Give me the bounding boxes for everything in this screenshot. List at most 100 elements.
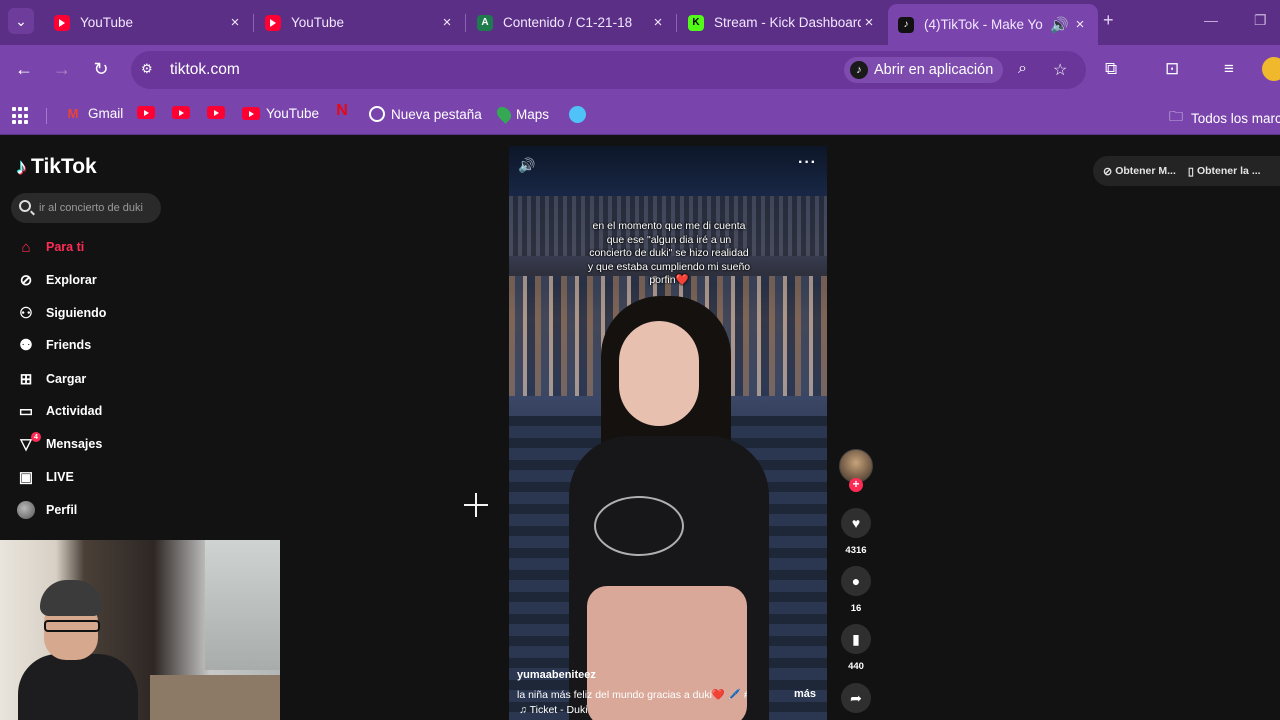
chevron-down-icon: ⌄ bbox=[15, 12, 27, 29]
save-count: 440 bbox=[848, 661, 864, 672]
desktop-icon: ⊘ bbox=[1103, 165, 1113, 178]
video-overlay-caption: en el momento que me di cuenta que ese "… bbox=[587, 220, 751, 286]
share-icon: ➦ bbox=[850, 689, 862, 706]
nav-label: Perfil bbox=[46, 503, 78, 517]
bookmark-youtube-2[interactable] bbox=[172, 106, 196, 119]
logo-text: TikTok bbox=[31, 155, 97, 178]
bookmark-new-tab[interactable]: Nueva pestaña bbox=[369, 106, 482, 122]
video-username[interactable]: yumaabeniteez bbox=[517, 669, 596, 681]
video-player[interactable]: 🔊 ··· en el momento que me di cuenta que… bbox=[509, 146, 827, 720]
close-icon[interactable]: × bbox=[227, 14, 243, 31]
follow-plus-icon[interactable]: + bbox=[849, 478, 863, 492]
bookmark-lens[interactable] bbox=[569, 106, 592, 123]
search-box[interactable] bbox=[11, 193, 161, 223]
tab-title: (4)TikTok - Make Yo bbox=[924, 17, 1043, 32]
bookmark-youtube-named[interactable]: YouTube bbox=[242, 106, 319, 121]
close-icon[interactable]: × bbox=[1072, 16, 1088, 33]
bookmark-label: Gmail bbox=[88, 106, 124, 121]
tab-youtube-1[interactable]: YouTube × bbox=[44, 6, 254, 39]
address-bar[interactable]: ⚙ tiktok.com ♪ Abrir en aplicación ⌕ ☆ bbox=[131, 51, 1086, 89]
extensions-icon[interactable]: ⧉ bbox=[1105, 59, 1117, 79]
tiktok-icon: ♪ bbox=[850, 61, 868, 79]
comment-count: 16 bbox=[850, 603, 862, 614]
tab-search-button[interactable]: ⌄ bbox=[8, 8, 34, 34]
back-icon[interactable]: ← bbox=[12, 59, 36, 80]
nav-mensajes[interactable]: ▽ 4 Mensajes bbox=[16, 432, 102, 455]
screenshot-icon[interactable]: ⊡ bbox=[1165, 59, 1179, 79]
youtube-icon bbox=[242, 107, 260, 120]
bookmark-label: Todos los marc bbox=[1191, 110, 1280, 126]
bookmark-maps[interactable]: Maps bbox=[494, 104, 549, 124]
more-options-icon[interactable]: ··· bbox=[798, 154, 817, 172]
maximize-icon[interactable]: ❐ bbox=[1254, 12, 1267, 29]
nav-actividad[interactable]: ▭ Actividad bbox=[16, 400, 102, 422]
nav-live[interactable]: ▣ LIVE bbox=[16, 466, 74, 488]
url-text[interactable]: tiktok.com bbox=[170, 61, 240, 79]
bookmark-youtube-1[interactable] bbox=[137, 106, 161, 119]
close-icon[interactable]: × bbox=[650, 14, 666, 31]
tiktok-logo[interactable]: ♪ TikTok bbox=[16, 154, 97, 180]
tab-title: Stream - Kick Dashboard bbox=[714, 15, 861, 30]
streamer bbox=[18, 580, 138, 720]
like-button[interactable]: ♥ bbox=[841, 508, 871, 538]
video-music[interactable]: ♫ Ticket - Duki bbox=[519, 704, 588, 716]
tab-title: YouTube bbox=[80, 15, 134, 30]
profile-avatar[interactable] bbox=[1262, 57, 1280, 81]
save-button[interactable]: ▮ bbox=[841, 624, 871, 654]
close-icon[interactable]: × bbox=[439, 14, 455, 31]
nav-explorar[interactable]: ⊘ Explorar bbox=[16, 269, 97, 291]
zoom-icon[interactable]: ⌕ bbox=[1018, 60, 1027, 78]
nav-siguiendo[interactable]: ⚇ Siguiendo bbox=[16, 302, 106, 324]
search-icon bbox=[19, 200, 31, 212]
like-count: 4316 bbox=[845, 545, 867, 556]
browser-toolbar: ← → ↻ ⚙ tiktok.com ♪ Abrir en aplicación… bbox=[0, 45, 1280, 96]
apps-grid-icon[interactable] bbox=[12, 107, 30, 125]
tab-kick-dashboard[interactable]: K Stream - Kick Dashboard × bbox=[678, 6, 887, 39]
nav-cargar[interactable]: ⊞ Cargar bbox=[16, 368, 87, 390]
speaker-icon[interactable]: 🔊 bbox=[1050, 16, 1069, 34]
bookmark-youtube-3[interactable] bbox=[207, 106, 231, 119]
lens-icon bbox=[569, 106, 586, 123]
tab-contenido[interactable]: A Contenido / C1-21-18 × bbox=[467, 6, 677, 39]
tiktok-icon: ♪ bbox=[898, 16, 914, 33]
comment-button[interactable]: ● bbox=[841, 566, 871, 596]
bookmark-netflix[interactable]: N bbox=[333, 102, 357, 119]
tiktok-icon: ♪ bbox=[16, 154, 27, 179]
app-a-icon: A bbox=[477, 14, 493, 31]
get-mobile-app-button[interactable]: ▯ Obtener la ... bbox=[1188, 165, 1261, 178]
gmail-icon: M bbox=[67, 106, 79, 121]
webcam-overlay bbox=[0, 540, 280, 720]
volume-icon[interactable]: 🔊 bbox=[518, 157, 535, 174]
all-bookmarks-folder[interactable]: 🗀 Todos los marc bbox=[1169, 106, 1280, 130]
tiktok-page: ♪ TikTok ⌂ Para ti ⊘ Explorar ⚇ Siguiend… bbox=[0, 136, 1280, 720]
youtube-icon bbox=[172, 106, 190, 119]
youtube-icon bbox=[207, 106, 225, 119]
friends-icon: ⚉ bbox=[19, 337, 33, 354]
tab-tiktok[interactable]: ♪ (4)TikTok - Make Yo 🔊 × bbox=[888, 4, 1098, 45]
nav-label: Para ti bbox=[46, 240, 85, 254]
close-icon[interactable]: × bbox=[861, 14, 877, 31]
forward-icon[interactable]: → bbox=[50, 59, 74, 80]
media-controls-icon[interactable]: ≡ bbox=[1224, 59, 1234, 79]
youtube-icon bbox=[265, 14, 281, 31]
tab-title: Contenido / C1-21-18 bbox=[503, 15, 633, 30]
message-count-badge: 4 bbox=[31, 432, 41, 442]
more-description-link[interactable]: más bbox=[794, 688, 816, 700]
tab-youtube-2[interactable]: YouTube × bbox=[255, 6, 466, 39]
bookmark-gmail[interactable]: M Gmail bbox=[64, 106, 124, 121]
nav-para-ti[interactable]: ⌂ Para ti bbox=[16, 236, 84, 258]
star-icon[interactable]: ☆ bbox=[1053, 60, 1067, 80]
minimize-icon[interactable]: — bbox=[1204, 12, 1218, 28]
youtube-icon bbox=[54, 14, 70, 31]
share-button[interactable]: ➦ bbox=[841, 683, 871, 713]
site-settings-icon[interactable]: ⚙ bbox=[141, 61, 159, 79]
search-input[interactable] bbox=[39, 199, 157, 217]
get-desktop-app-button[interactable]: ⊘ Obtener M... bbox=[1103, 165, 1176, 178]
open-in-app-button[interactable]: ♪ Abrir en aplicación bbox=[844, 57, 1004, 83]
new-tab-icon[interactable]: + bbox=[1103, 10, 1114, 31]
nav-friends[interactable]: ⚉ Friends bbox=[16, 334, 91, 356]
tab-title: YouTube bbox=[291, 15, 345, 30]
nav-perfil[interactable]: Perfil bbox=[16, 499, 77, 521]
reload-icon[interactable]: ↻ bbox=[89, 59, 113, 80]
nav-label: Explorar bbox=[46, 273, 97, 287]
